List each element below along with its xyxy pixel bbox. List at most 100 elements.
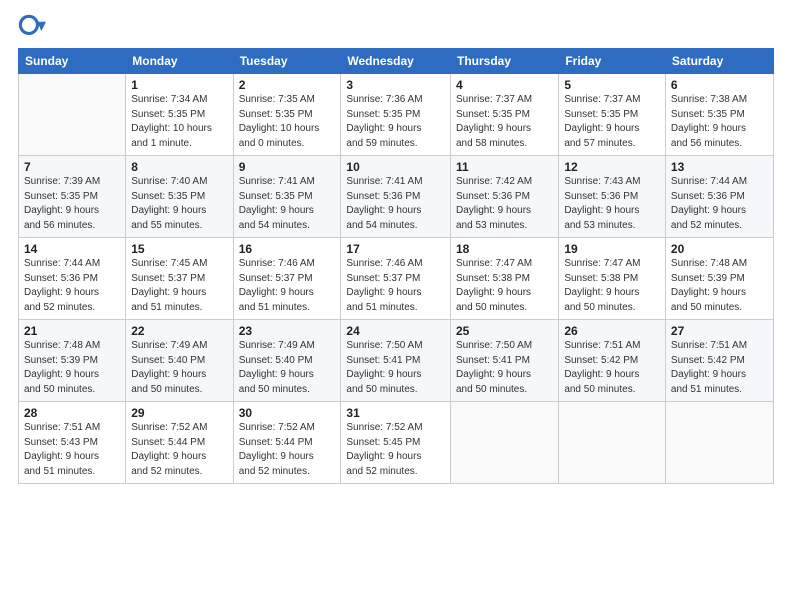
day-info: Sunrise: 7:48 AM Sunset: 5:39 PM Dayligh… bbox=[24, 339, 120, 397]
day-info: Sunrise: 7:43 AM Sunset: 5:36 PM Dayligh… bbox=[564, 175, 660, 233]
logo bbox=[18, 14, 50, 42]
calendar-cell: 26Sunrise: 7:51 AM Sunset: 5:42 PM Dayli… bbox=[559, 320, 666, 402]
calendar-cell bbox=[19, 74, 126, 156]
day-info: Sunrise: 7:40 AM Sunset: 5:35 PM Dayligh… bbox=[131, 175, 227, 233]
day-info: Sunrise: 7:35 AM Sunset: 5:35 PM Dayligh… bbox=[239, 93, 336, 151]
day-info: Sunrise: 7:49 AM Sunset: 5:40 PM Dayligh… bbox=[239, 339, 336, 397]
day-number: 1 bbox=[131, 78, 227, 92]
day-number: 6 bbox=[671, 78, 768, 92]
day-number: 21 bbox=[24, 324, 120, 338]
calendar-cell bbox=[450, 402, 558, 484]
calendar-cell: 13Sunrise: 7:44 AM Sunset: 5:36 PM Dayli… bbox=[665, 156, 773, 238]
calendar-cell: 11Sunrise: 7:42 AM Sunset: 5:36 PM Dayli… bbox=[450, 156, 558, 238]
day-number: 20 bbox=[671, 242, 768, 256]
day-number: 18 bbox=[456, 242, 553, 256]
day-number: 3 bbox=[346, 78, 445, 92]
calendar-cell: 15Sunrise: 7:45 AM Sunset: 5:37 PM Dayli… bbox=[126, 238, 233, 320]
calendar-cell: 24Sunrise: 7:50 AM Sunset: 5:41 PM Dayli… bbox=[341, 320, 451, 402]
calendar-cell: 14Sunrise: 7:44 AM Sunset: 5:36 PM Dayli… bbox=[19, 238, 126, 320]
day-info: Sunrise: 7:44 AM Sunset: 5:36 PM Dayligh… bbox=[24, 257, 120, 315]
day-info: Sunrise: 7:42 AM Sunset: 5:36 PM Dayligh… bbox=[456, 175, 553, 233]
calendar-cell: 22Sunrise: 7:49 AM Sunset: 5:40 PM Dayli… bbox=[126, 320, 233, 402]
calendar-header-row: SundayMondayTuesdayWednesdayThursdayFrid… bbox=[19, 49, 774, 74]
calendar-cell: 19Sunrise: 7:47 AM Sunset: 5:38 PM Dayli… bbox=[559, 238, 666, 320]
calendar-cell bbox=[559, 402, 666, 484]
day-number: 19 bbox=[564, 242, 660, 256]
calendar-week-2: 7Sunrise: 7:39 AM Sunset: 5:35 PM Daylig… bbox=[19, 156, 774, 238]
col-header-monday: Monday bbox=[126, 49, 233, 74]
calendar-cell: 31Sunrise: 7:52 AM Sunset: 5:45 PM Dayli… bbox=[341, 402, 451, 484]
day-info: Sunrise: 7:47 AM Sunset: 5:38 PM Dayligh… bbox=[564, 257, 660, 315]
day-info: Sunrise: 7:36 AM Sunset: 5:35 PM Dayligh… bbox=[346, 93, 445, 151]
day-number: 7 bbox=[24, 160, 120, 174]
day-number: 28 bbox=[24, 406, 120, 420]
day-number: 23 bbox=[239, 324, 336, 338]
calendar-cell: 3Sunrise: 7:36 AM Sunset: 5:35 PM Daylig… bbox=[341, 74, 451, 156]
calendar-cell: 29Sunrise: 7:52 AM Sunset: 5:44 PM Dayli… bbox=[126, 402, 233, 484]
day-number: 13 bbox=[671, 160, 768, 174]
col-header-wednesday: Wednesday bbox=[341, 49, 451, 74]
col-header-saturday: Saturday bbox=[665, 49, 773, 74]
day-info: Sunrise: 7:50 AM Sunset: 5:41 PM Dayligh… bbox=[456, 339, 553, 397]
calendar-cell: 27Sunrise: 7:51 AM Sunset: 5:42 PM Dayli… bbox=[665, 320, 773, 402]
calendar-cell: 21Sunrise: 7:48 AM Sunset: 5:39 PM Dayli… bbox=[19, 320, 126, 402]
day-info: Sunrise: 7:46 AM Sunset: 5:37 PM Dayligh… bbox=[346, 257, 445, 315]
day-info: Sunrise: 7:34 AM Sunset: 5:35 PM Dayligh… bbox=[131, 93, 227, 151]
day-number: 27 bbox=[671, 324, 768, 338]
day-number: 2 bbox=[239, 78, 336, 92]
calendar-cell: 28Sunrise: 7:51 AM Sunset: 5:43 PM Dayli… bbox=[19, 402, 126, 484]
day-info: Sunrise: 7:51 AM Sunset: 5:43 PM Dayligh… bbox=[24, 421, 120, 479]
day-info: Sunrise: 7:44 AM Sunset: 5:36 PM Dayligh… bbox=[671, 175, 768, 233]
col-header-friday: Friday bbox=[559, 49, 666, 74]
day-number: 9 bbox=[239, 160, 336, 174]
calendar-cell: 17Sunrise: 7:46 AM Sunset: 5:37 PM Dayli… bbox=[341, 238, 451, 320]
calendar-cell: 12Sunrise: 7:43 AM Sunset: 5:36 PM Dayli… bbox=[559, 156, 666, 238]
calendar-cell: 30Sunrise: 7:52 AM Sunset: 5:44 PM Dayli… bbox=[233, 402, 341, 484]
calendar-cell: 16Sunrise: 7:46 AM Sunset: 5:37 PM Dayli… bbox=[233, 238, 341, 320]
col-header-tuesday: Tuesday bbox=[233, 49, 341, 74]
day-number: 10 bbox=[346, 160, 445, 174]
calendar-cell: 7Sunrise: 7:39 AM Sunset: 5:35 PM Daylig… bbox=[19, 156, 126, 238]
day-number: 30 bbox=[239, 406, 336, 420]
day-info: Sunrise: 7:49 AM Sunset: 5:40 PM Dayligh… bbox=[131, 339, 227, 397]
calendar-cell: 23Sunrise: 7:49 AM Sunset: 5:40 PM Dayli… bbox=[233, 320, 341, 402]
day-number: 12 bbox=[564, 160, 660, 174]
col-header-sunday: Sunday bbox=[19, 49, 126, 74]
day-number: 25 bbox=[456, 324, 553, 338]
calendar-week-1: 1Sunrise: 7:34 AM Sunset: 5:35 PM Daylig… bbox=[19, 74, 774, 156]
header-row bbox=[18, 10, 774, 42]
calendar-week-4: 21Sunrise: 7:48 AM Sunset: 5:39 PM Dayli… bbox=[19, 320, 774, 402]
day-info: Sunrise: 7:37 AM Sunset: 5:35 PM Dayligh… bbox=[456, 93, 553, 151]
day-number: 11 bbox=[456, 160, 553, 174]
logo-icon bbox=[18, 14, 46, 42]
calendar-cell: 20Sunrise: 7:48 AM Sunset: 5:39 PM Dayli… bbox=[665, 238, 773, 320]
day-info: Sunrise: 7:52 AM Sunset: 5:45 PM Dayligh… bbox=[346, 421, 445, 479]
day-info: Sunrise: 7:50 AM Sunset: 5:41 PM Dayligh… bbox=[346, 339, 445, 397]
calendar-cell: 1Sunrise: 7:34 AM Sunset: 5:35 PM Daylig… bbox=[126, 74, 233, 156]
day-info: Sunrise: 7:39 AM Sunset: 5:35 PM Dayligh… bbox=[24, 175, 120, 233]
day-info: Sunrise: 7:52 AM Sunset: 5:44 PM Dayligh… bbox=[131, 421, 227, 479]
day-info: Sunrise: 7:46 AM Sunset: 5:37 PM Dayligh… bbox=[239, 257, 336, 315]
day-number: 31 bbox=[346, 406, 445, 420]
day-info: Sunrise: 7:41 AM Sunset: 5:35 PM Dayligh… bbox=[239, 175, 336, 233]
calendar-week-3: 14Sunrise: 7:44 AM Sunset: 5:36 PM Dayli… bbox=[19, 238, 774, 320]
day-number: 8 bbox=[131, 160, 227, 174]
day-number: 16 bbox=[239, 242, 336, 256]
day-number: 29 bbox=[131, 406, 227, 420]
day-info: Sunrise: 7:37 AM Sunset: 5:35 PM Dayligh… bbox=[564, 93, 660, 151]
calendar-cell: 5Sunrise: 7:37 AM Sunset: 5:35 PM Daylig… bbox=[559, 74, 666, 156]
day-info: Sunrise: 7:48 AM Sunset: 5:39 PM Dayligh… bbox=[671, 257, 768, 315]
calendar-cell: 25Sunrise: 7:50 AM Sunset: 5:41 PM Dayli… bbox=[450, 320, 558, 402]
day-number: 24 bbox=[346, 324, 445, 338]
day-info: Sunrise: 7:41 AM Sunset: 5:36 PM Dayligh… bbox=[346, 175, 445, 233]
day-info: Sunrise: 7:47 AM Sunset: 5:38 PM Dayligh… bbox=[456, 257, 553, 315]
calendar-cell: 4Sunrise: 7:37 AM Sunset: 5:35 PM Daylig… bbox=[450, 74, 558, 156]
day-number: 5 bbox=[564, 78, 660, 92]
calendar-week-5: 28Sunrise: 7:51 AM Sunset: 5:43 PM Dayli… bbox=[19, 402, 774, 484]
calendar-cell: 9Sunrise: 7:41 AM Sunset: 5:35 PM Daylig… bbox=[233, 156, 341, 238]
day-number: 22 bbox=[131, 324, 227, 338]
day-info: Sunrise: 7:45 AM Sunset: 5:37 PM Dayligh… bbox=[131, 257, 227, 315]
day-info: Sunrise: 7:38 AM Sunset: 5:35 PM Dayligh… bbox=[671, 93, 768, 151]
day-number: 26 bbox=[564, 324, 660, 338]
calendar-cell bbox=[665, 402, 773, 484]
